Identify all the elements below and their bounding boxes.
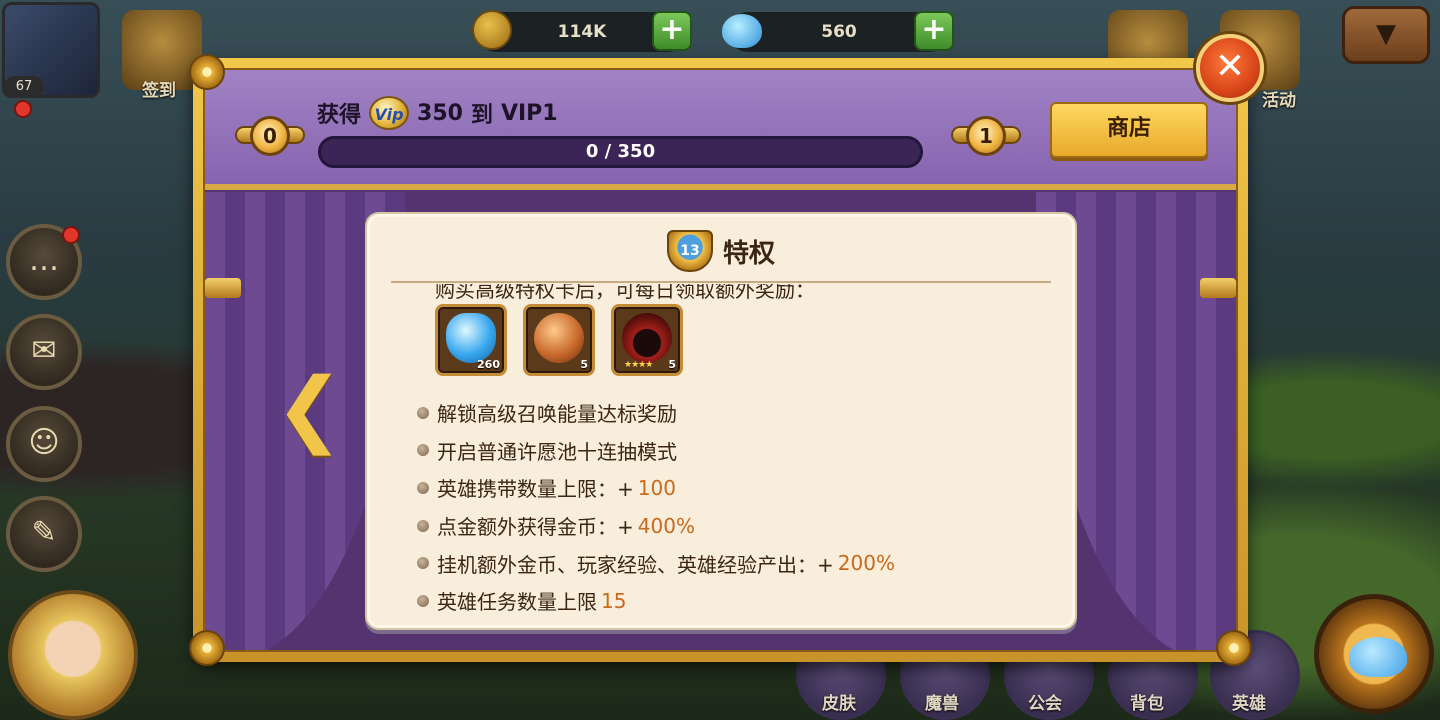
perk-text: 英雄任务数量上限 [437,590,597,615]
notification-dot [14,100,32,118]
perk-item: 英雄携带数量上限：+ 100 [417,469,895,507]
privilege-card: 13 特权 购买高级特权卡后，可每日领取额外奖励： 260 5 ★★★★ 5 解… [365,212,1077,630]
reward-qty: 260 [477,358,500,371]
vip-gain-line: 获得 Vip 350 到 VIP1 [317,96,558,130]
curtain-rod [205,278,241,298]
perk-value: 15 [601,588,627,613]
vip-progress-bar: 0 / 350 [318,136,923,168]
bullet-icon [417,444,429,457]
perk-text: 开启普通许愿池十连抽模式 [437,439,677,464]
perk-item: 英雄任务数量上限 15 [417,582,895,620]
mail-icon[interactable]: ✉ [6,314,82,390]
title-divider [391,281,1051,283]
privilege-title-text: 特权 [722,238,775,269]
heroes-label: 英雄 [1232,694,1266,714]
reward-item-hero-shard[interactable]: ★★★★ 5 [611,304,683,376]
bag-label: 背包 [1130,694,1164,714]
gem-icon [722,14,762,48]
bullet-icon [417,481,429,494]
bronze-medal-icon [534,313,584,363]
next-vip-level: 1 [966,116,1006,156]
frame-corner-ornament [189,630,225,666]
perk-value: 200% [837,551,895,576]
reward-item-diamond[interactable]: 260 [435,304,507,376]
vip-modal: 0 获得 Vip 350 到 VIP1 0 / 350 1 商店 ❮ 13 特权… [189,54,1252,666]
reward-qty: 5 [580,358,588,371]
gold-coin-icon [472,10,512,50]
perk-text: 点金额外获得金币：+ [437,515,634,540]
perk-text: 解锁高级召唤能量达标奖励 [437,402,677,427]
star-rating: ★★★★ [624,360,653,370]
close-button[interactable]: ✕ [1196,34,1264,102]
to-word: 到 [470,103,493,128]
vip-header: 0 获得 Vip 350 到 VIP1 0 / 350 1 商店 [205,70,1236,190]
shield-badge-icon: 13 [666,230,713,272]
privilege-scroll-area[interactable]: 购买高级特权卡后，可每日领取额外奖励： 260 5 ★★★★ 5 解锁高级召唤能… [367,284,1075,628]
bullet-icon [417,519,429,532]
bullet-icon [417,594,429,607]
vip-points: 350 [417,100,463,126]
daily-reward-items: 260 5 ★★★★ 5 [435,304,683,376]
guild-label: 公会 [1028,694,1062,714]
friends-icon[interactable]: ☺ [6,406,82,482]
menu-dropdown-button[interactable]: ▼ [1342,6,1430,64]
frame-corner-ornament [189,54,225,90]
reward-item-medal[interactable]: 5 [523,304,595,376]
frame-corner-ornament [1216,630,1252,666]
perk-list: 解锁高级召唤能量达标奖励 开启普通许愿池十连抽模式 英雄携带数量上限：+ 100… [417,394,895,620]
vip-modal-body: 0 获得 Vip 350 到 VIP1 0 / 350 1 商店 ❮ 13 特权… [203,68,1238,652]
curtain-rod [1200,278,1236,298]
target-vip: VIP1 [500,100,558,126]
events-label: 活动 [1262,91,1296,111]
privilege-cutoff-text: 购买高级特权卡后，可每日领取额外奖励： [435,284,815,302]
privilege-title: 13 特权 [367,228,1075,274]
hero-shard-icon [622,313,672,363]
gain-prefix: 获得 [317,103,362,128]
perk-text: 英雄携带数量上限：+ [437,477,634,502]
vip-icon: Vip [369,96,410,130]
bullet-icon [417,557,429,570]
gem-counter: 560 + [722,11,954,52]
next-vip-level-badge: 1 [951,114,1021,158]
perk-value: 100 [637,475,676,500]
add-gold-button[interactable]: + [652,11,692,51]
perk-text: 挂机额外金币、玩家经验、英雄经验产出：+ [437,552,834,577]
skins-label: 皮肤 [822,694,856,714]
hero-portrait[interactable] [8,590,138,720]
perk-item: 挂机额外金币、玩家经验、英雄经验产出：+ 200% [417,544,895,582]
current-vip-level: 0 [250,116,290,156]
add-gems-button[interactable]: + [914,11,954,51]
player-level-badge: 67 [4,76,44,98]
checkin-label: 签到 [142,81,176,101]
perk-value: 400% [637,513,695,538]
reward-qty: 5 [668,358,676,371]
chat-notification-dot [62,226,80,244]
slime-icon [1349,637,1407,677]
bullet-icon [417,406,429,419]
gold-counter: 114K + [472,10,692,52]
perk-item: 解锁高级召唤能量达标奖励 [417,394,895,432]
summon-button[interactable] [1314,594,1434,714]
previous-level-arrow[interactable]: ❮ [275,368,344,450]
shop-button[interactable]: 商店 [1050,102,1208,158]
diamond-icon [446,313,496,363]
perk-item: 点金额外获得金币：+ 400% [417,507,895,545]
current-vip-level-badge: 0 [235,114,305,158]
perk-item: 开启普通许愿池十连抽模式 [417,432,895,470]
beasts-label: 魔兽 [925,694,959,714]
vip-progress-text: 0 / 350 [585,141,656,162]
edit-icon[interactable]: ✎ [6,496,82,572]
